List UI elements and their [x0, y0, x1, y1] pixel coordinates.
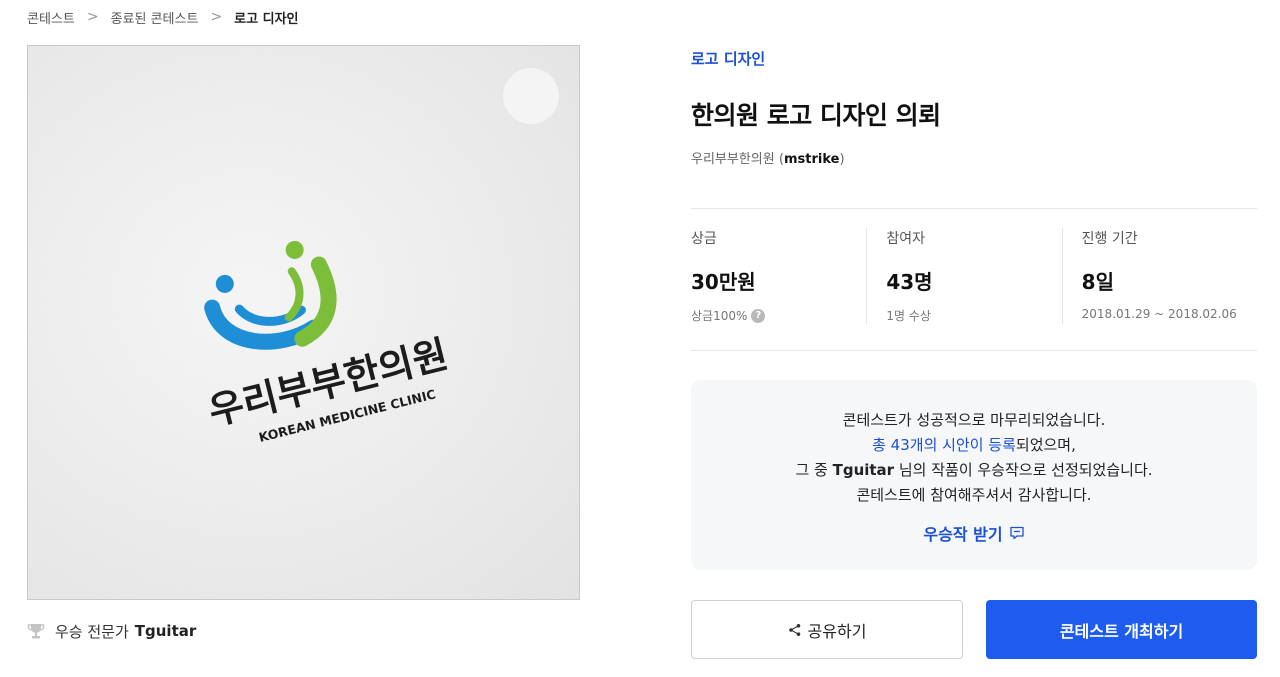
notice-line-1: 콘테스트가 성공적으로 마무리되었습니다.: [842, 411, 1106, 429]
host-info: 우리부부한의원 (mstrike): [691, 148, 845, 167]
share-button[interactable]: 공유하기: [691, 600, 963, 659]
winner-info: 우승 전문가 Tguitar: [27, 620, 196, 642]
stat-period-sub: 2018.01.29 ~ 2018.02.06: [1081, 307, 1237, 321]
logo-blue-dot: [215, 274, 234, 293]
notice-line-3: 그 중 Tguitar 님의 작품이 우승작으로 선정되었습니다.: [691, 458, 1257, 483]
entries-link[interactable]: 총 43개의 시안이 등록: [872, 436, 1016, 454]
get-winning-design-button[interactable]: 우승작 받기: [923, 521, 1024, 545]
notice-line-4: 콘테스트에 참여해주셔서 감사합니다.: [856, 486, 1092, 504]
logo-artwork: 우리부부한의원 KOREAN MEDICINE CLINIC: [204, 240, 452, 445]
host-contest-button-label: 콘테스트 개최하기: [1059, 621, 1184, 641]
breadcrumb-ended-contest[interactable]: 종료된 콘테스트: [111, 8, 199, 27]
breadcrumb-contest[interactable]: 콘테스트: [27, 8, 75, 27]
get-winning-design-label: 우승작 받기: [923, 525, 1003, 544]
contest-stats: 상금 30만원 상금100% ? 참여자 43명 1명 수상 진행 기간 8일 …: [691, 228, 1257, 324]
host-name: 우리부부한의원: [691, 152, 775, 167]
contest-result-notice: 콘테스트가 성공적으로 마무리되었습니다. 총 43개의 시안이 등록되었으며,…: [691, 380, 1257, 570]
host-contest-button[interactable]: 콘테스트 개최하기: [986, 600, 1257, 659]
stat-prize: 상금 30만원 상금100% ?: [691, 228, 866, 324]
stat-participants-label: 참여자: [886, 231, 925, 247]
chat-icon: [1009, 526, 1024, 540]
divider: [691, 208, 1257, 209]
divider: [691, 350, 1257, 351]
notice-line-2-rest: 되었으며,: [1015, 436, 1076, 454]
winning-design-image: 우리부부한의원 KOREAN MEDICINE CLINIC: [27, 45, 580, 600]
trophy-icon: [27, 624, 45, 639]
stat-period-label: 진행 기간: [1081, 231, 1138, 247]
notice-winner-name: Tguitar: [832, 461, 895, 479]
page-title: 한의원 로고 디자인 의뢰: [691, 101, 941, 130]
stat-period: 진행 기간 8일 2018.01.29 ~ 2018.02.06: [1061, 228, 1257, 324]
stat-participants: 참여자 43명 1명 수상: [866, 228, 1061, 324]
stat-participants-value: 43명: [886, 270, 933, 294]
notice-line-3-post: 님의 작품이 우승작으로 선정되었습니다.: [894, 461, 1153, 479]
contest-category[interactable]: 로고 디자인: [691, 48, 765, 69]
host-paren-close: ): [839, 152, 845, 167]
breadcrumb-logo-design: 로고 디자인: [234, 11, 299, 27]
share-button-label: 공유하기: [807, 621, 867, 641]
stat-prize-value: 30만원: [691, 270, 756, 294]
stat-period-value: 8일: [1081, 270, 1114, 294]
stat-prize-sub: 상금100% ?: [691, 307, 866, 324]
host-id: mstrike: [783, 152, 840, 167]
notice-line-3-pre: 그 중: [795, 461, 833, 479]
chevron-right-icon: >: [86, 9, 99, 25]
winner-name[interactable]: Tguitar: [135, 622, 196, 640]
stat-prize-label: 상금: [691, 231, 717, 247]
notice-line-2: 총 43개의 시안이 등록되었으며,: [691, 433, 1257, 458]
logo-green-dot: [285, 240, 304, 259]
breadcrumb: 콘테스트 > 종료된 콘테스트 > 로고 디자인: [27, 7, 299, 27]
share-icon: [788, 623, 800, 636]
stat-prize-sub-text: 상금100%: [691, 309, 748, 323]
help-icon[interactable]: ?: [751, 308, 766, 323]
stat-participants-sub: 1명 수상: [886, 309, 931, 323]
chevron-right-icon: >: [210, 9, 223, 25]
winner-label: 우승 전문가: [55, 622, 129, 641]
host-paren-open: (: [774, 152, 784, 167]
